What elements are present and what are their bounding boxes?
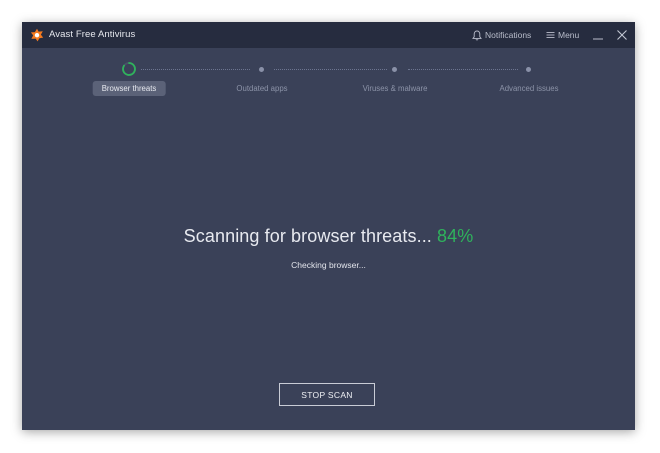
app-window: Avast Free Antivirus Notifications Menu (22, 22, 635, 430)
scan-heading: Scanning for browser threats... 84% (22, 226, 635, 247)
step-progress-ring (122, 62, 136, 76)
close-button[interactable] (616, 28, 628, 42)
scan-steps: Browser threats Outdated apps Viruses & … (22, 60, 635, 100)
minimize-button[interactable] (592, 28, 604, 42)
step-connector (408, 69, 518, 70)
app-title: Avast Free Antivirus (49, 29, 136, 40)
scan-title-text: Scanning for browser threats... (183, 226, 432, 246)
title-bar: Avast Free Antivirus Notifications Menu (22, 22, 635, 48)
step-connector (274, 69, 387, 70)
notifications-button[interactable]: Notifications (472, 28, 531, 42)
step-label-outdated-apps[interactable]: Outdated apps (236, 84, 287, 93)
bell-icon (472, 30, 482, 40)
menu-button[interactable]: Menu (546, 28, 579, 42)
stop-scan-button[interactable]: STOP SCAN (279, 383, 375, 406)
hamburger-icon (546, 32, 555, 38)
avast-logo-icon (30, 28, 44, 42)
step-label-viruses-malware[interactable]: Viruses & malware (363, 84, 428, 93)
notifications-label: Notifications (485, 30, 532, 40)
scan-percent: 84% (437, 226, 474, 246)
step-label-advanced-issues[interactable]: Advanced issues (500, 84, 559, 93)
menu-label: Menu (558, 30, 580, 40)
scan-status: Checking browser... (291, 260, 366, 270)
step-connector (141, 69, 250, 70)
step-label-browser-threats[interactable]: Browser threats (92, 81, 166, 96)
